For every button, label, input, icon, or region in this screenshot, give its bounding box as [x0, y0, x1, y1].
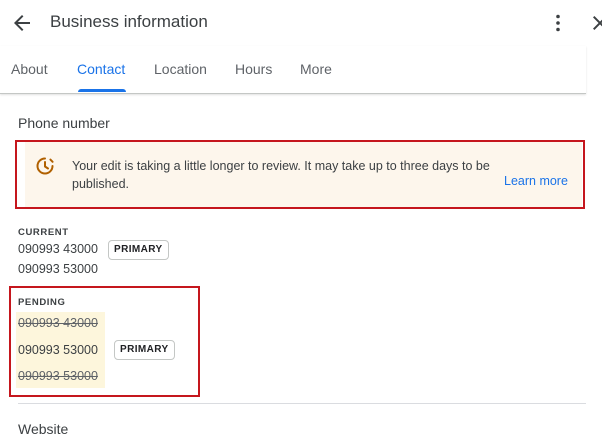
page-title: Business information [50, 12, 208, 31]
current-phone-secondary: 090993 53000 [18, 262, 98, 276]
website-section-title: Website [18, 421, 69, 437]
tab-contact[interactable]: Contact [77, 61, 125, 77]
current-label: CURRENT [18, 227, 69, 238]
primary-badge: PRIMARY [108, 240, 169, 260]
phone-section-title: Phone number [18, 115, 110, 131]
notice-highlight-frame [15, 140, 585, 209]
close-button[interactable] [588, 11, 602, 35]
more-vert-icon [556, 14, 560, 32]
tab-hours[interactable]: Hours [235, 61, 272, 77]
tab-bar: About Contact Location Hours More [0, 46, 586, 94]
more-options-button[interactable] [546, 11, 570, 35]
close-icon [593, 16, 602, 30]
pending-highlight-frame [9, 286, 200, 397]
app-header: Business information [0, 0, 602, 46]
tab-about[interactable]: About [11, 61, 48, 77]
tab-more[interactable]: More [300, 61, 332, 77]
tab-location[interactable]: Location [154, 61, 207, 77]
current-phone-primary: 090993 43000 [18, 242, 98, 256]
active-tab-indicator [78, 89, 126, 92]
arrow-back-icon [14, 15, 30, 31]
back-button[interactable] [10, 11, 34, 35]
section-divider [18, 403, 586, 404]
